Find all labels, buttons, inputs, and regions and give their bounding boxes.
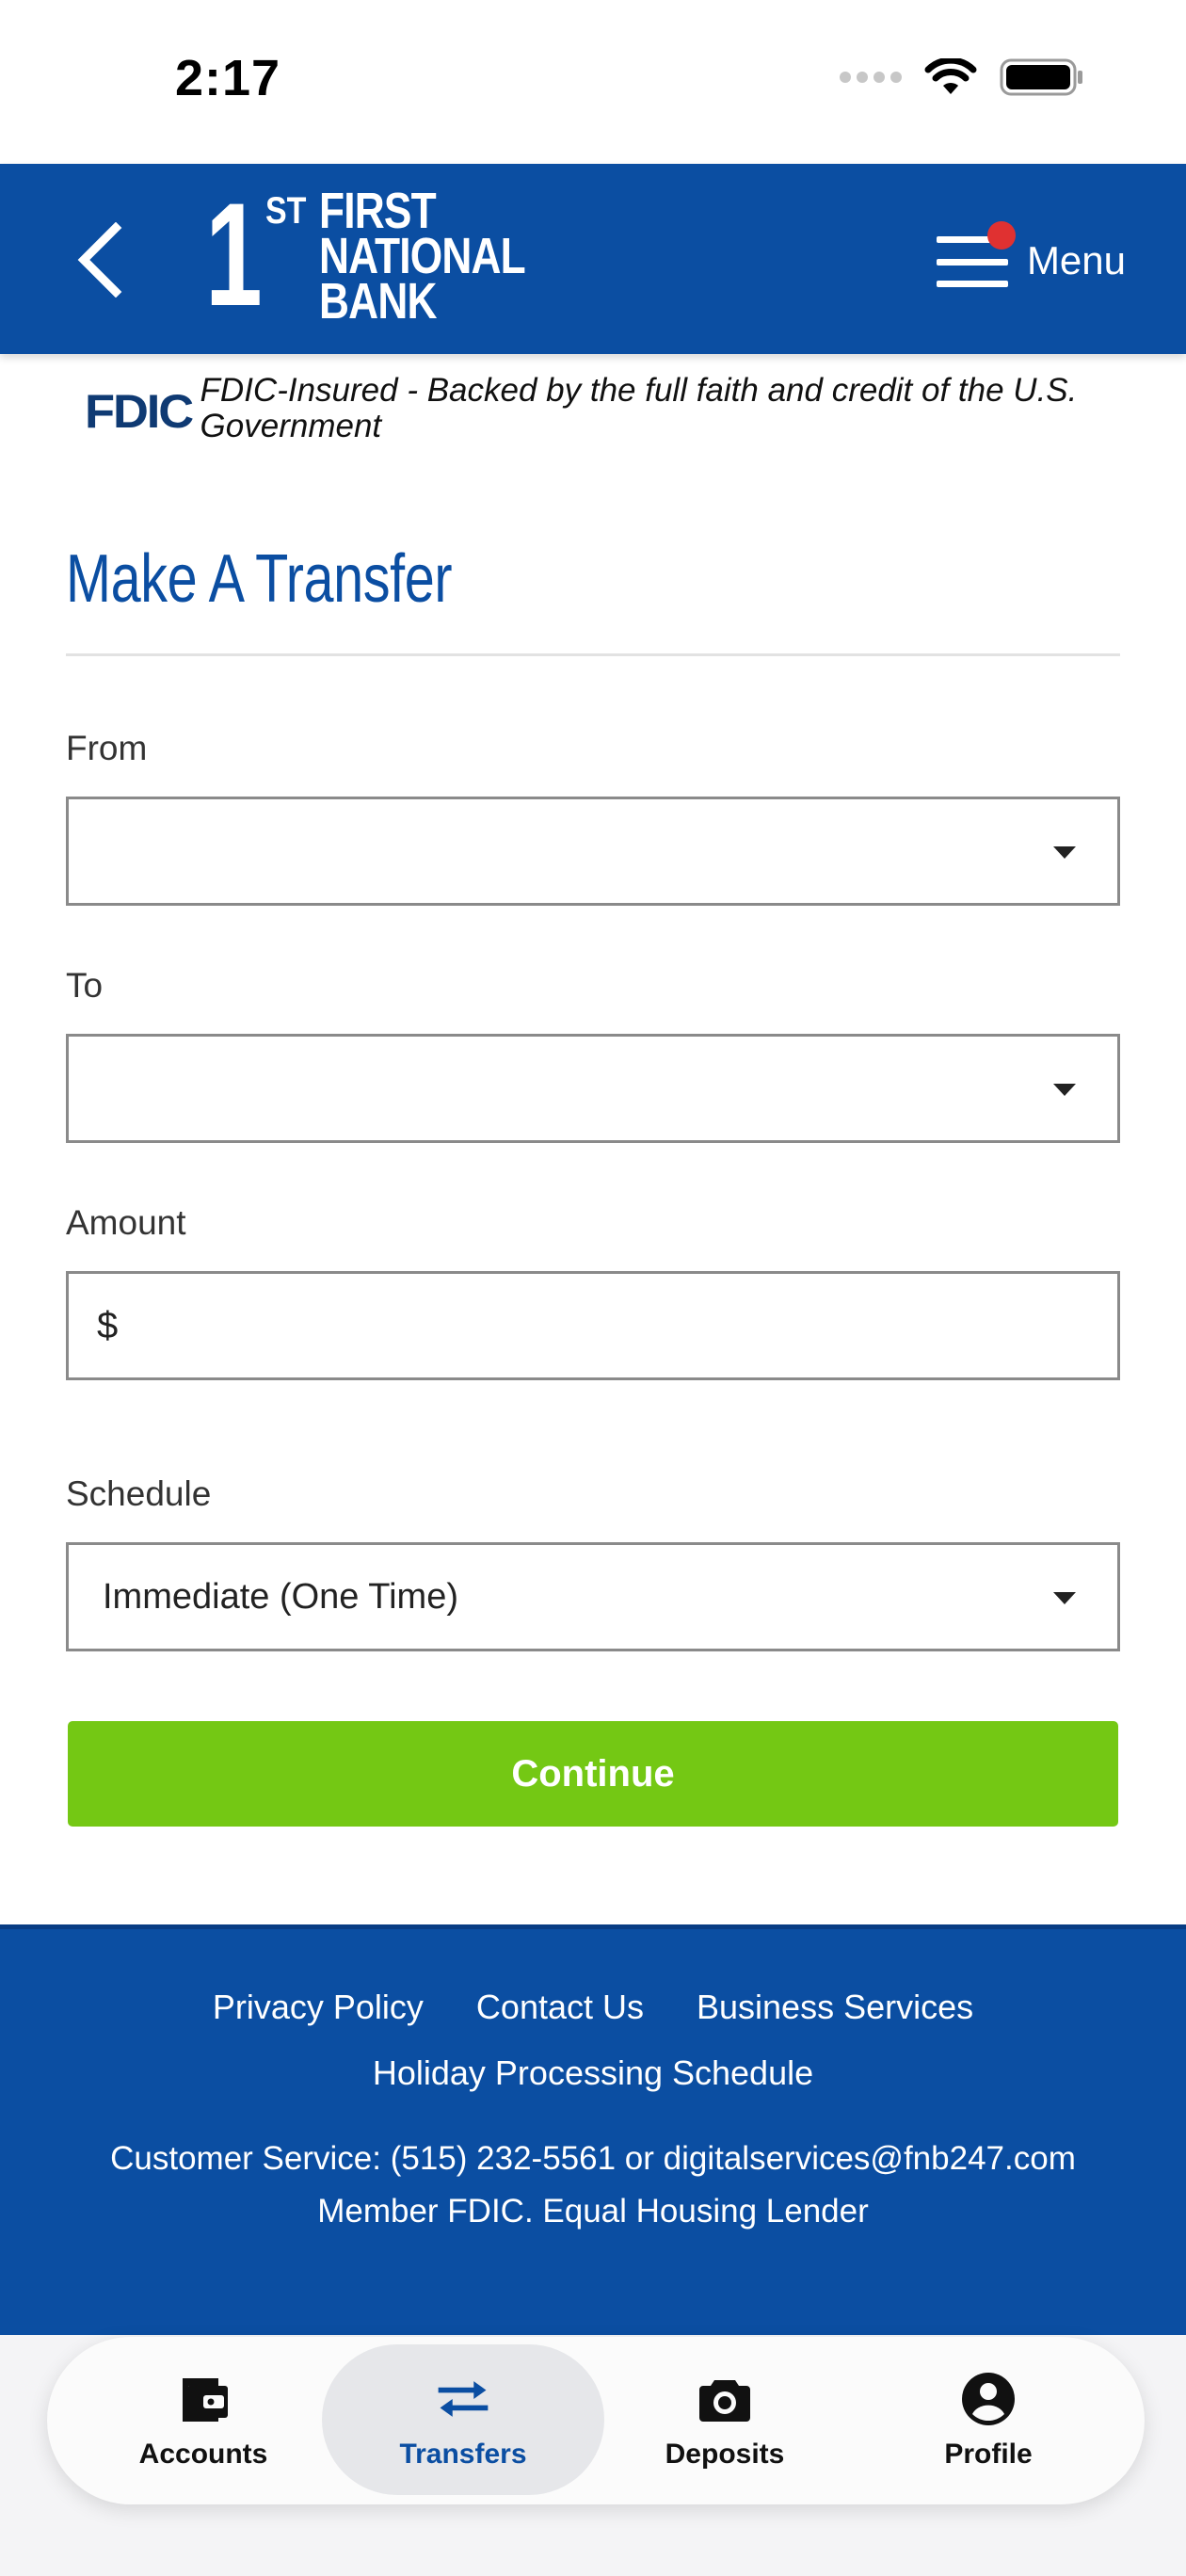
caret-down-icon xyxy=(1053,1592,1076,1604)
tab-transfers-label: Transfers xyxy=(399,2439,527,2470)
customer-service-text: Customer Service: (515) 232-5561 or digi… xyxy=(110,2140,1076,2177)
logo-wordmark: FIRST NATIONAL BANK xyxy=(319,183,570,330)
back-button[interactable] xyxy=(56,213,141,307)
tab-transfers[interactable]: Transfers xyxy=(322,2344,604,2495)
footer-links: Privacy Policy Contact Us Business Servi… xyxy=(0,1988,1186,2027)
tab-deposits-label: Deposits xyxy=(665,2439,785,2470)
tab-profile-label: Profile xyxy=(944,2439,1033,2470)
schedule-value: Immediate (One Time) xyxy=(103,1576,458,1617)
page-title: Make A Transfer xyxy=(66,541,453,617)
tab-deposits[interactable]: Deposits xyxy=(584,2344,866,2495)
caret-down-icon xyxy=(1053,846,1076,859)
from-label: From xyxy=(66,729,148,767)
logo-line-1: FIRST xyxy=(319,183,437,239)
tab-accounts-label: Accounts xyxy=(138,2439,268,2470)
amount-label: Amount xyxy=(66,1203,186,1242)
from-account-select[interactable] xyxy=(66,797,1120,906)
title-divider xyxy=(66,653,1120,656)
menu-label: Menu xyxy=(1026,238,1126,282)
amount-input[interactable] xyxy=(118,1305,1117,1346)
fdic-logo: FDIC xyxy=(85,385,194,438)
schedule-label: Schedule xyxy=(66,1474,212,1513)
schedule-select[interactable]: Immediate (One Time) xyxy=(66,1542,1120,1651)
battery-icon xyxy=(1000,58,1082,96)
currency-symbol: $ xyxy=(97,1304,119,1346)
cellular-signal-icon xyxy=(840,72,902,83)
tab-accounts[interactable]: Accounts xyxy=(62,2344,345,2495)
fdic-notice: FDIC FDIC-Insured - Backed by the full f… xyxy=(85,373,1130,448)
app-header: 1 ST FIRST NATIONAL BANK Menu xyxy=(0,164,1186,354)
holiday-schedule-link[interactable]: Holiday Processing Schedule xyxy=(373,2053,813,2092)
chevron-left-icon xyxy=(77,222,122,298)
wallet-icon xyxy=(173,2369,233,2429)
to-label: To xyxy=(66,966,104,1005)
hamburger-icon xyxy=(936,221,1016,287)
menu-button[interactable]: Menu xyxy=(936,218,1126,303)
privacy-policy-link[interactable]: Privacy Policy xyxy=(213,1988,424,2027)
continue-button[interactable]: Continue xyxy=(68,1721,1118,1827)
tab-profile[interactable]: Profile xyxy=(847,2344,1130,2495)
camera-icon xyxy=(695,2369,755,2429)
status-icons xyxy=(840,58,1084,96)
business-services-link[interactable]: Business Services xyxy=(697,1988,973,2027)
logo-numeral: 1 xyxy=(205,173,263,337)
bottom-tab-bar: Accounts Transfers Deposits Profile xyxy=(47,2337,1145,2504)
to-account-select[interactable] xyxy=(66,1034,1120,1143)
footer: Privacy Policy Contact Us Business Servi… xyxy=(0,1924,1186,2335)
footer-links-row-2: Holiday Processing Schedule xyxy=(0,2053,1186,2093)
caret-down-icon xyxy=(1053,1084,1076,1096)
status-time: 2:17 xyxy=(175,50,281,106)
fdic-notice-text: FDIC-Insured - Backed by the full faith … xyxy=(200,372,1078,444)
wifi-icon xyxy=(924,58,977,94)
logo-line-2: NATIONAL xyxy=(319,228,526,284)
profile-icon xyxy=(958,2369,1018,2429)
logo-line-3: BANK xyxy=(319,273,437,330)
bank-logo[interactable]: 1 ST FIRST NATIONAL BANK xyxy=(205,173,570,337)
status-bar: 2:17 xyxy=(0,0,1186,164)
logo-superscript: ST xyxy=(265,190,307,232)
amount-field[interactable]: $ xyxy=(66,1271,1120,1380)
member-fdic-text: Member FDIC. Equal Housing Lender xyxy=(317,2193,869,2230)
contact-us-link[interactable]: Contact Us xyxy=(476,1988,644,2027)
notification-dot xyxy=(986,221,1016,250)
transfer-arrows-icon xyxy=(433,2369,493,2429)
